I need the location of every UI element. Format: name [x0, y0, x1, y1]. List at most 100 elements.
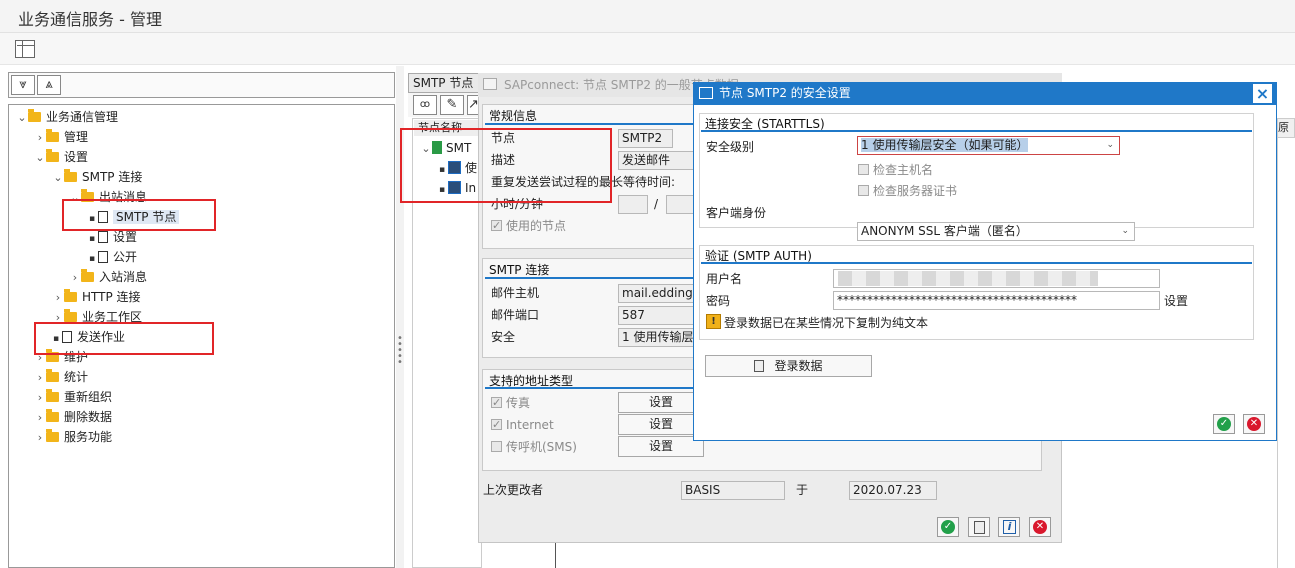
- splitter-grip-icon[interactable]: • • • • •: [397, 334, 403, 368]
- fax-checkbox[interactable]: 传真: [491, 394, 530, 414]
- delete-button[interactable]: [968, 517, 990, 537]
- client-identity-label: 客户端身份: [706, 206, 767, 220]
- folder-icon: [46, 369, 59, 382]
- tree-item-smtp-connection[interactable]: ⌄ SMTP 连接: [52, 167, 142, 187]
- general-info-title: 常规信息: [489, 109, 538, 123]
- tree-item-reorg[interactable]: › 重新组织: [34, 387, 112, 407]
- password-label: 密码: [706, 294, 731, 308]
- bullet-icon: ▪: [88, 254, 96, 264]
- chevron-right-icon[interactable]: ›: [34, 408, 46, 428]
- warning-icon: !: [706, 314, 721, 329]
- highlight-general-info: [400, 128, 612, 203]
- node-field: SMTP2: [618, 129, 673, 148]
- warning-text: 登录数据已在某些情况下复制为纯文本: [724, 316, 929, 330]
- check-icon: ✓: [941, 520, 955, 534]
- chevron-right-icon[interactable]: ›: [69, 268, 81, 288]
- column-header-original: 原始: [1277, 118, 1295, 138]
- close-icon[interactable]: ×: [1253, 84, 1272, 103]
- folder-icon: [46, 149, 59, 162]
- expand-all-button[interactable]: ⩔: [11, 75, 35, 95]
- tree-item-settings[interactable]: ⌄ 设置: [34, 147, 88, 167]
- internet-checkbox[interactable]: Internet: [491, 416, 554, 436]
- checkbox-icon[interactable]: [491, 394, 502, 411]
- security-dialog-title: 节点 SMTP2 的安全设置: [693, 82, 1277, 105]
- info-button[interactable]: i: [998, 517, 1020, 537]
- chevron-right-icon[interactable]: ›: [34, 388, 46, 408]
- layout-toggle-icon[interactable]: [15, 40, 35, 58]
- chevron-down-icon: ⌄: [1121, 226, 1129, 236]
- pager-checkbox[interactable]: 传呼机(SMS): [491, 439, 577, 458]
- tree-item-root[interactable]: ⌄ 业务通信管理: [16, 107, 118, 127]
- folder-icon: [64, 169, 77, 182]
- fax-settings-button[interactable]: 设置: [618, 392, 704, 413]
- changed-by-label: 上次更改者: [483, 483, 544, 497]
- pager-settings-button[interactable]: 设置: [618, 436, 704, 457]
- chevron-down-icon[interactable]: ⌄: [16, 108, 28, 128]
- login-data-button[interactable]: 登录数据: [705, 355, 872, 377]
- tree-item-public[interactable]: ▪ 公开: [86, 247, 137, 267]
- collapse-all-button[interactable]: ⩓: [37, 75, 61, 95]
- tree-item-admin[interactable]: › 管理: [34, 127, 88, 147]
- checkbox-icon[interactable]: [491, 217, 502, 234]
- folder-icon: [46, 389, 59, 402]
- document-icon: [98, 251, 108, 263]
- folder-icon: [28, 109, 41, 122]
- check-hostname-checkbox[interactable]: 检查主机名: [858, 162, 933, 181]
- chevron-down-icon[interactable]: ⌄: [52, 168, 64, 188]
- group-divider: [701, 130, 1252, 132]
- highlight-smtp-node: [62, 199, 216, 231]
- edit-icon[interactable]: ✎: [440, 95, 464, 115]
- tree-toolbar: [8, 72, 395, 98]
- chevron-right-icon[interactable]: ›: [34, 128, 46, 148]
- trash-icon: [754, 360, 765, 372]
- tree-item-statistics[interactable]: › 统计: [34, 367, 88, 387]
- confirm-button[interactable]: ✓: [937, 517, 959, 537]
- changed-by-field: BASIS: [681, 481, 785, 500]
- right-table-area: [1277, 138, 1295, 568]
- client-identity-dropdown[interactable]: ANONYM SSL 客户端（匿名） ⌄: [857, 222, 1135, 241]
- mail-port-label: 邮件端口: [491, 308, 540, 322]
- chevron-down-icon: ⌄: [1106, 140, 1114, 150]
- username-field[interactable]: [833, 269, 1160, 288]
- bullet-icon: ▪: [88, 234, 96, 244]
- cancel-button[interactable]: ✕: [1029, 517, 1051, 537]
- password-set-label: 设置: [1164, 294, 1189, 308]
- chevron-right-icon[interactable]: ›: [34, 368, 46, 388]
- checkbox-icon[interactable]: [491, 441, 502, 452]
- chevron-down-icon[interactable]: ⌄: [34, 148, 46, 168]
- checkbox-icon[interactable]: [858, 164, 869, 175]
- check-cert-checkbox[interactable]: 检查服务器证书: [858, 183, 957, 202]
- tree-item-service-functions[interactable]: › 服务功能: [34, 427, 112, 447]
- description-field: 发送邮件: [618, 151, 696, 170]
- tree-item-inbound[interactable]: › 入站消息: [69, 267, 147, 287]
- minute-field: [666, 195, 696, 214]
- chevron-right-icon[interactable]: ›: [52, 288, 64, 308]
- folder-icon: [46, 429, 59, 442]
- security-level-dropdown[interactable]: 1 使用传输层安全（如果可能） ⌄: [857, 136, 1120, 155]
- redacted-username: [838, 271, 1098, 286]
- group-divider: [701, 262, 1252, 264]
- chevron-right-icon[interactable]: ›: [34, 428, 46, 448]
- mail-host-label: 邮件主机: [491, 286, 540, 300]
- highlight-send-job: [34, 322, 214, 355]
- security-confirm-button[interactable]: ✓: [1213, 414, 1235, 434]
- mail-port-field: 587: [618, 306, 696, 325]
- security-level-label: 安全级别: [706, 140, 755, 154]
- node-used-checkbox[interactable]: 使用的节点: [491, 217, 566, 237]
- security-cancel-button[interactable]: ✕: [1243, 414, 1265, 434]
- smtp-connection-title: SMTP 连接: [489, 263, 550, 277]
- folder-icon: [81, 269, 94, 282]
- check-icon: ✓: [1217, 417, 1231, 431]
- password-field[interactable]: ****************************************: [833, 291, 1160, 310]
- checkbox-icon[interactable]: [858, 185, 869, 196]
- checkbox-icon[interactable]: [491, 416, 502, 433]
- folder-icon: [64, 309, 77, 322]
- display-icon[interactable]: ꝏ: [413, 95, 437, 115]
- table-divider: [555, 543, 556, 568]
- tree-item-http-connection[interactable]: › HTTP 连接: [52, 287, 141, 307]
- folder-icon: [46, 409, 59, 422]
- security-label: 安全: [491, 330, 516, 344]
- internet-settings-button[interactable]: 设置: [618, 414, 704, 435]
- tree-item-delete-data[interactable]: › 删除数据: [34, 407, 112, 427]
- username-label: 用户名: [706, 272, 743, 286]
